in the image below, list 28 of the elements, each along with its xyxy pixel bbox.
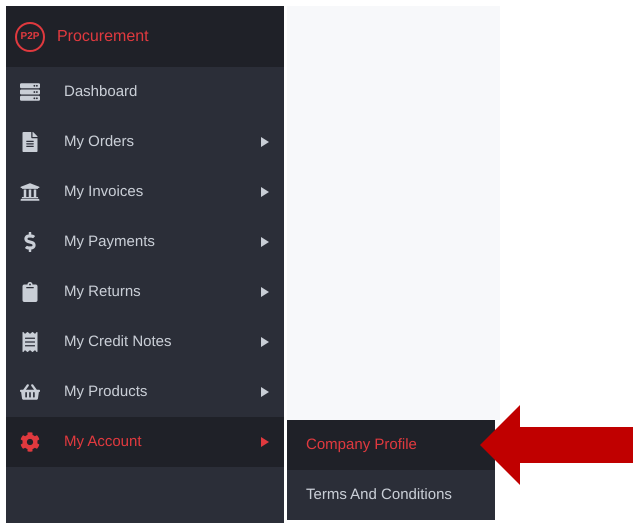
basket-icon (20, 382, 40, 402)
submenu-item[interactable]: Terms And Conditions (287, 470, 495, 520)
item-label: My Orders (64, 132, 136, 152)
document-icon (20, 132, 40, 152)
item-label: My Products (64, 382, 148, 402)
arrow-icon (480, 405, 633, 485)
sidebar-item[interactable]: My Products (6, 367, 284, 417)
brand-title: Procurement (57, 26, 149, 46)
submenu-item[interactable]: Company Profile (287, 420, 495, 470)
sidebar-item[interactable]: My Returns (6, 267, 284, 317)
item-label: My Credit Notes (64, 332, 173, 352)
item-label: My Returns (64, 282, 142, 302)
server-icon (20, 82, 40, 102)
sidebar-item[interactable]: My Credit Notes (6, 317, 284, 367)
item-label: Dashboard (64, 82, 138, 102)
bank-icon (20, 182, 40, 202)
clipboard-icon (20, 282, 40, 302)
receipt-icon (20, 332, 40, 352)
sidebar-item[interactable]: My Account (6, 417, 284, 467)
item-label: My Invoices (64, 182, 144, 202)
sidebar-item[interactable]: Dashboard (6, 67, 284, 117)
sidebar-item[interactable]: My Invoices (6, 167, 284, 217)
item-label: My Payments (64, 232, 156, 252)
gear-icon (20, 432, 40, 452)
sidebar-item[interactable]: My Orders (6, 117, 284, 167)
item-label: My Account (64, 432, 143, 452)
sidebar-item[interactable]: My Payments (6, 217, 284, 267)
logo: P2P (15, 22, 45, 52)
